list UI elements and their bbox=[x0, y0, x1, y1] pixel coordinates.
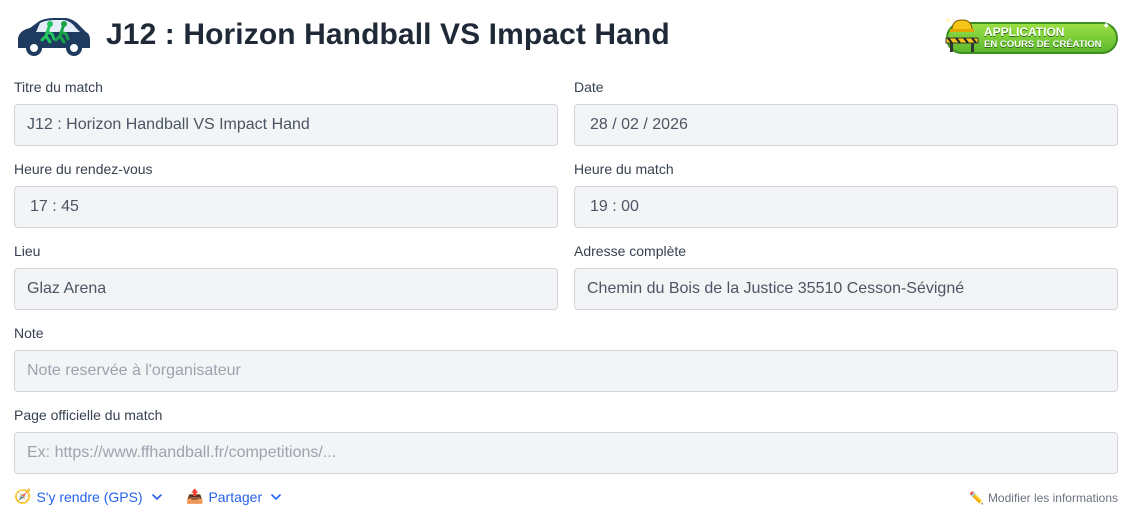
car-runners-logo-icon bbox=[18, 18, 90, 56]
badge-line2: EN COURS DE CRÉATION bbox=[984, 39, 1102, 50]
meeting-time-label: Heure du rendez-vous bbox=[14, 161, 153, 177]
note-field: Note bbox=[14, 324, 1118, 392]
place-field: Lieu bbox=[14, 242, 558, 310]
official-page-label: Page officielle du match bbox=[14, 407, 163, 423]
edit-info-label: Modifier les informations bbox=[987, 491, 1118, 505]
match-title-field: Titre du match bbox=[14, 78, 558, 146]
place-input[interactable] bbox=[14, 268, 558, 310]
badge-line1: APPLICATION bbox=[984, 25, 1065, 39]
match-title-input[interactable] bbox=[14, 104, 558, 146]
edit-info-link[interactable]: ✏️ Modifier les informations bbox=[969, 491, 1118, 505]
date-input[interactable] bbox=[574, 104, 1118, 146]
official-page-field: Page officielle du match bbox=[14, 406, 1118, 474]
address-label: Adresse complète bbox=[574, 243, 687, 259]
chevron-down-icon bbox=[271, 493, 281, 500]
compass-icon: 🧭 bbox=[14, 488, 32, 504]
date-label: Date bbox=[574, 79, 604, 95]
date-field: Date bbox=[574, 78, 1118, 146]
meeting-time-input[interactable] bbox=[14, 186, 558, 228]
note-label: Note bbox=[14, 325, 44, 341]
address-field: Adresse complète bbox=[574, 242, 1118, 310]
official-page-input[interactable] bbox=[14, 432, 1118, 474]
page-title: J12 : Horizon Handball VS Impact Hand bbox=[106, 18, 670, 51]
address-input[interactable] bbox=[574, 268, 1118, 310]
chevron-down-icon bbox=[151, 493, 162, 500]
construction-badge: APPLICATION EN COURS DE CRÉATION ✦ bbox=[942, 16, 1118, 56]
gps-label: S'y rendre (GPS) bbox=[36, 488, 143, 505]
match-time-label: Heure du match bbox=[574, 161, 674, 177]
construction-worker-icon bbox=[944, 17, 979, 52]
pencil-icon: ✏️ bbox=[968, 491, 984, 505]
gps-dropdown-button[interactable]: 🧭 S'y rendre (GPS) bbox=[14, 488, 163, 505]
share-dropdown-button[interactable]: 📤 Partager bbox=[186, 488, 282, 505]
match-time-field: Heure du match bbox=[574, 160, 1118, 228]
match-title-label: Titre du match bbox=[14, 79, 103, 95]
share-icon: 📤 bbox=[186, 488, 204, 504]
match-time-input[interactable] bbox=[574, 186, 1118, 228]
share-label: Partager bbox=[208, 488, 263, 505]
sparkle-icon: ✦ bbox=[1102, 21, 1111, 32]
note-input[interactable] bbox=[14, 350, 1118, 392]
place-label: Lieu bbox=[14, 243, 41, 259]
meeting-time-field: Heure du rendez-vous bbox=[14, 160, 558, 228]
page-header: J12 : Horizon Handball VS Impact Hand AP… bbox=[14, 14, 1118, 58]
